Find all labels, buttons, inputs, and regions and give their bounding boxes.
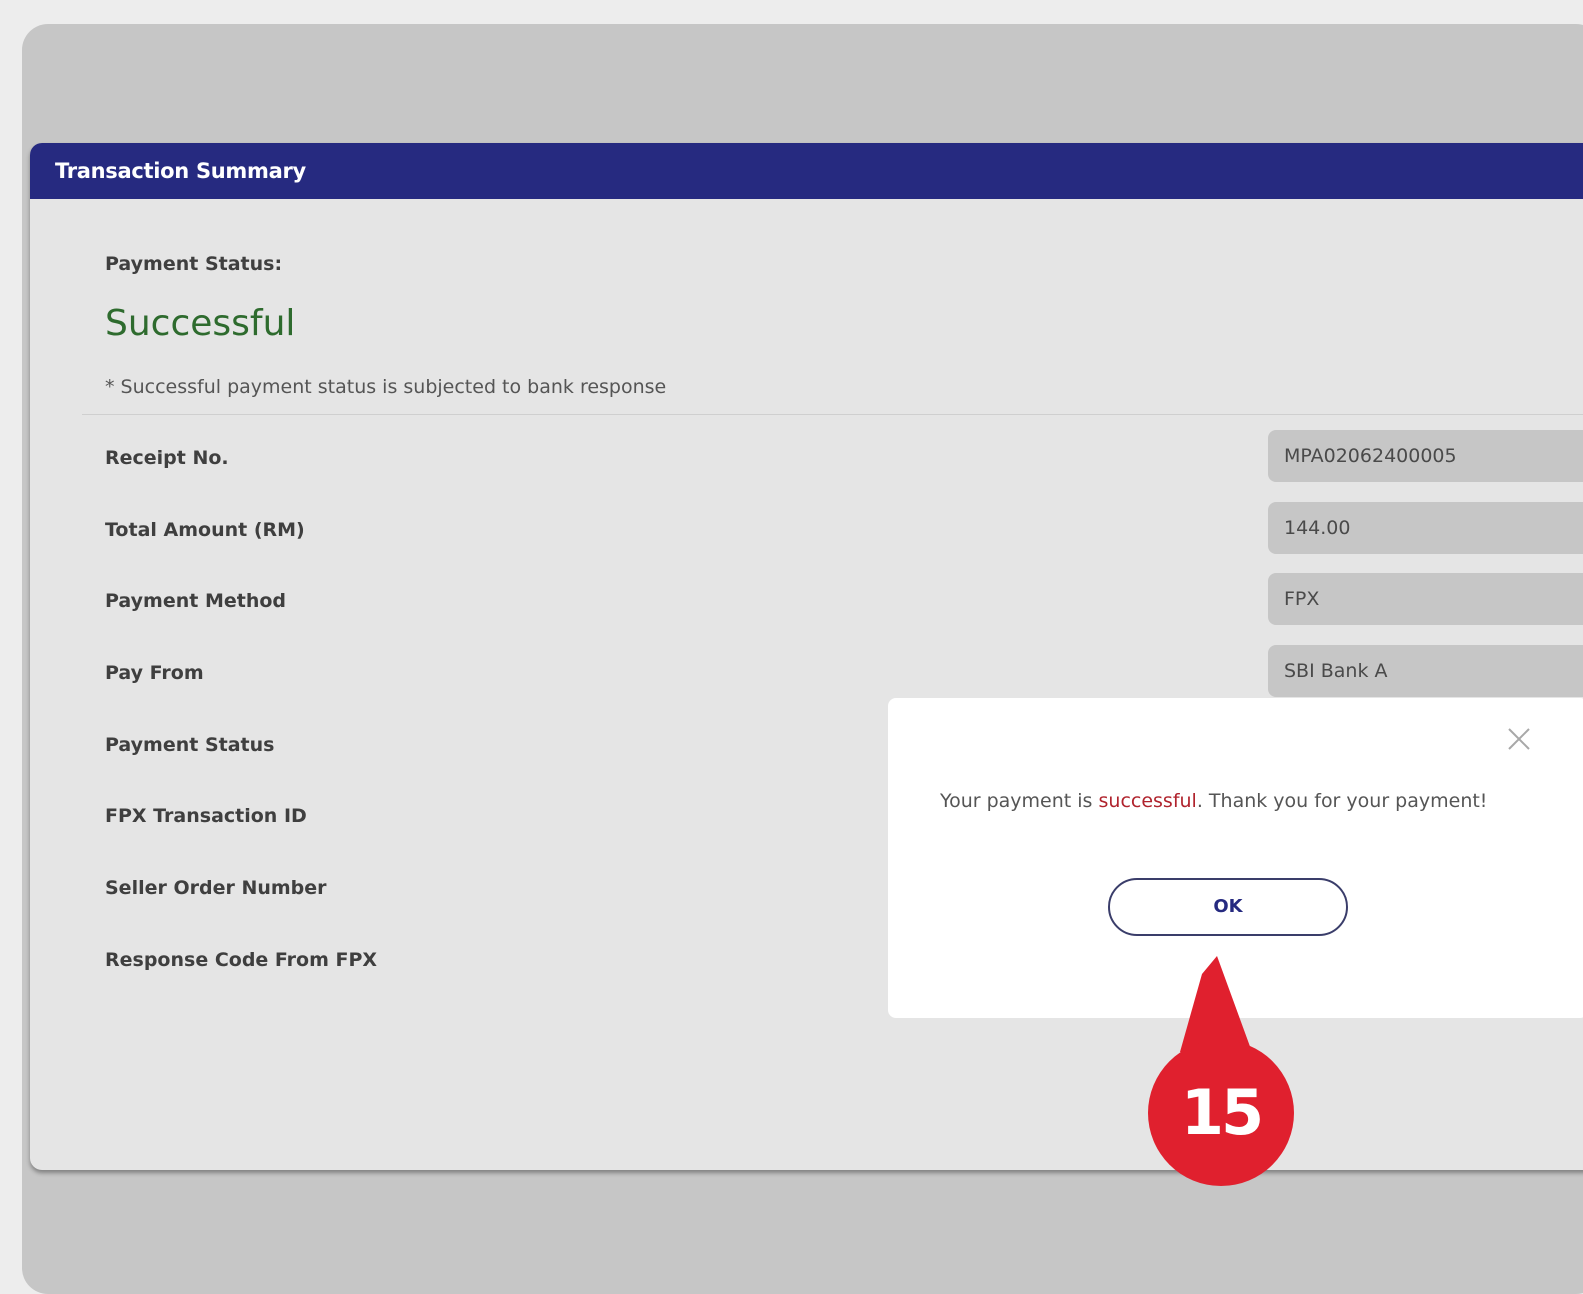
pay-from-field: SBI Bank A <box>1268 645 1583 697</box>
seller-order-number-label: Seller Order Number <box>105 877 327 899</box>
dialog-message-suffix: . Thank you for your payment! <box>1196 790 1488 812</box>
payment-status-row-label: Payment Status <box>105 734 275 756</box>
ok-button[interactable]: OK <box>1108 878 1348 936</box>
payment-method-field: FPX <box>1268 573 1583 625</box>
total-amount-field: 144.00 <box>1268 502 1583 554</box>
step-number-label: 15 <box>1180 1076 1264 1149</box>
close-icon[interactable] <box>1502 722 1536 756</box>
pay-from-label: Pay From <box>105 662 204 684</box>
receipt-no-label: Receipt No. <box>105 447 229 469</box>
divider <box>82 414 1583 415</box>
payment-status-value: Successful <box>105 303 296 344</box>
total-amount-label: Total Amount (RM) <box>105 519 305 541</box>
card-header-title: Transaction Summary <box>30 143 1583 199</box>
receipt-no-field: MPA02062400005 <box>1268 430 1583 482</box>
payment-method-label: Payment Method <box>105 590 287 612</box>
payment-status-label: Payment Status: <box>105 253 283 275</box>
response-code-label: Response Code From FPX <box>105 949 378 971</box>
payment-status-note: * Successful payment status is subjected… <box>105 376 667 398</box>
fpx-transaction-id-label: FPX Transaction ID <box>105 805 307 827</box>
dialog-message: Your payment is successful. Thank you fo… <box>940 790 1487 812</box>
dialog-message-highlight: successful <box>1098 790 1197 812</box>
dialog-message-prefix: Your payment is <box>940 790 1099 812</box>
